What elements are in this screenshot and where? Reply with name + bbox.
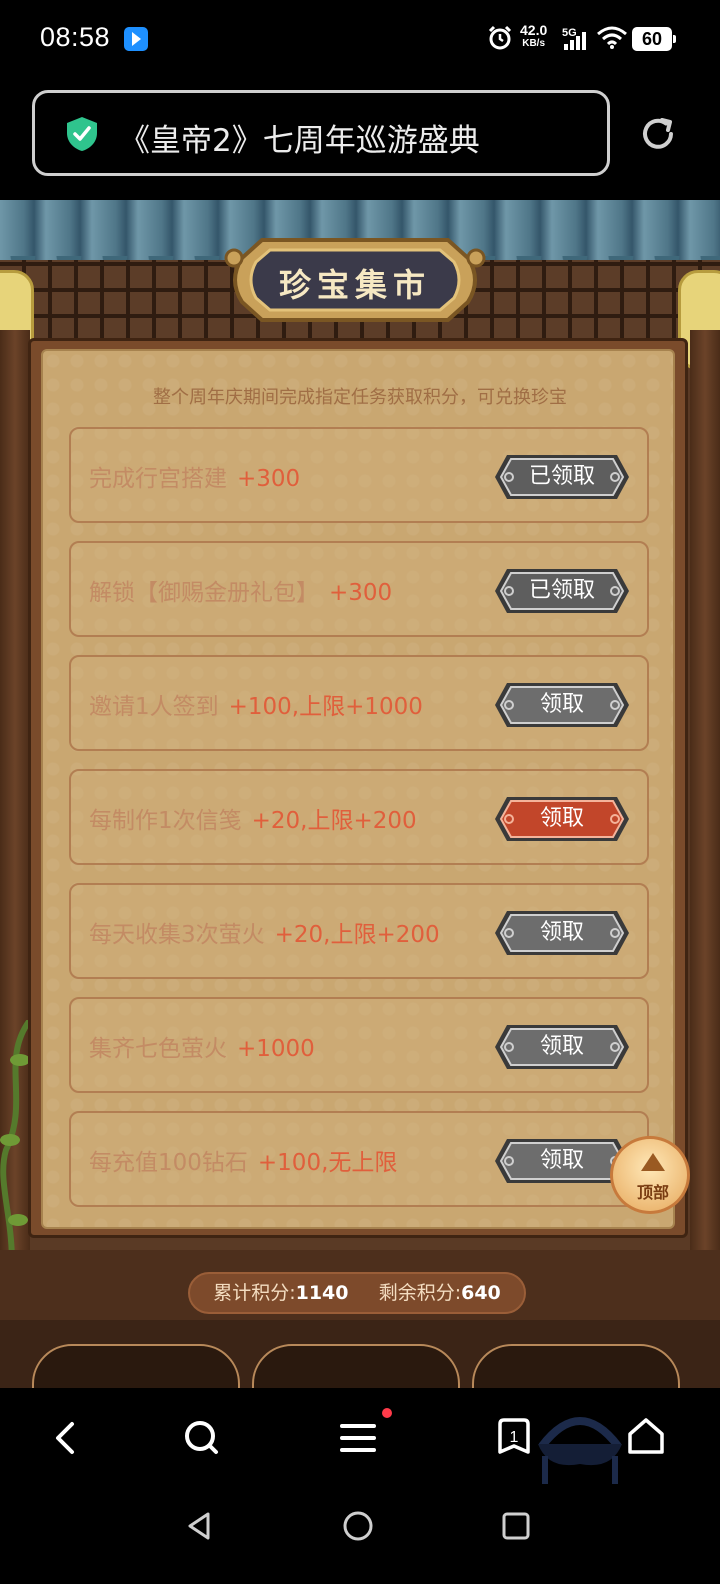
task-label: 完成行宫搭建 +300	[89, 459, 300, 493]
task-row: 每充值100钻石 +100,无上限 领取	[69, 1111, 649, 1207]
button-label: 已领取	[528, 578, 595, 603]
task-name: 解锁【御赐金册礼包】	[89, 580, 319, 606]
market-title: 珍宝集市	[278, 266, 431, 304]
app-notification-icon	[124, 27, 148, 51]
menu-icon[interactable]	[338, 1418, 378, 1462]
task-points: +1000	[237, 1036, 315, 1062]
back-to-top-label: 顶部	[636, 1183, 669, 1202]
network-speed-unit: KB/s	[522, 38, 546, 49]
total-points-label: 累计积分:	[213, 1282, 296, 1304]
task-row: 解锁【御赐金册礼包】 +300 已领取	[69, 541, 649, 637]
task-points: +20,上限+200	[274, 922, 440, 948]
button-label: 领取	[539, 806, 584, 831]
claim-button[interactable]: 领取	[493, 1021, 631, 1073]
screen: 08:58 42.0 KB/s 5G 60 《皇帝2》七周年巡游盛典 珍宝集市 …	[0, 0, 720, 1584]
task-frame: 整个周年庆期间完成指定任务获取积分，可兑换珍宝 完成行宫搭建 +300 已领取 解锁【…	[28, 338, 688, 1238]
task-label: 邀请1人签到 +100,上限+1000	[89, 687, 423, 721]
shield-check-icon	[65, 115, 99, 157]
back-to-top-button[interactable]: 顶部	[610, 1136, 690, 1214]
pillar-right	[690, 330, 720, 1388]
status-time: 08:58	[40, 22, 111, 52]
task-row: 邀请1人签到 +100,上限+1000 领取	[69, 655, 649, 751]
alarm-icon	[486, 24, 514, 56]
intro-text: 整个周年庆期间完成指定任务获取积分，可兑换珍宝	[153, 387, 567, 408]
tabs-icon[interactable]: 1	[494, 1416, 534, 1462]
claim-button[interactable]: 领取	[493, 907, 631, 959]
task-points: +100,无上限	[257, 1150, 398, 1176]
system-nav-bar	[0, 1488, 720, 1584]
score-bar: 累计积分:1140 剩余积分:640	[0, 1250, 720, 1320]
battery-indicator: 60	[632, 27, 676, 51]
task-points: +20,上限+200	[251, 808, 417, 834]
claimed-button[interactable]: 已领取	[493, 451, 631, 503]
task-name: 每天收集3次萤火	[89, 922, 265, 948]
task-name: 每充值100钻石	[89, 1150, 248, 1176]
network-type: 5G	[562, 27, 577, 39]
task-row: 每制作1次信笺 +20,上限+200 领取	[69, 769, 649, 865]
claim-button[interactable]: 领取	[493, 793, 631, 845]
button-label: 领取	[539, 920, 584, 945]
total-points-value: 1140	[295, 1282, 349, 1304]
network-speed-value: 42.0	[520, 22, 548, 38]
bottom-tab-3[interactable]	[472, 1344, 680, 1388]
task-row: 每天收集3次萤火 +20,上限+200 领取	[69, 883, 649, 979]
task-points: +300	[329, 580, 393, 606]
claim-button[interactable]: 领取	[493, 679, 631, 731]
task-label: 每天收集3次萤火 +20,上限+200	[89, 915, 440, 949]
task-label: 集齐七色萤火 +1000	[89, 1029, 315, 1063]
task-points: +300	[237, 466, 301, 492]
browser-nav-bar: 1	[0, 1388, 720, 1488]
tab-count: 1	[510, 1429, 519, 1446]
task-name: 集齐七色萤火	[89, 1036, 227, 1062]
task-name: 邀请1人签到	[89, 694, 219, 720]
back-icon[interactable]	[48, 1418, 84, 1462]
button-label: 领取	[539, 692, 584, 717]
task-name: 每制作1次信笺	[89, 808, 242, 834]
task-name: 完成行宫搭建	[89, 466, 227, 492]
score-summary: 累计积分:1140 剩余积分:640	[188, 1272, 526, 1314]
search-icon[interactable]	[182, 1418, 222, 1462]
remaining-points-label: 剩余积分:	[378, 1282, 462, 1304]
system-home-icon[interactable]	[342, 1510, 374, 1546]
market-sign: 珍宝集市	[222, 228, 488, 332]
claimed-button[interactable]: 已领取	[493, 565, 631, 617]
button-label: 已领取	[528, 464, 595, 489]
bottom-tabs	[0, 1320, 720, 1388]
refresh-icon[interactable]	[638, 114, 678, 158]
cellular-signal-icon: 5G	[562, 26, 590, 56]
notification-dot	[382, 1408, 392, 1418]
page-title: 《皇帝2》七周年巡游盛典	[119, 123, 480, 159]
system-recents-icon[interactable]	[500, 1510, 532, 1546]
task-row: 集齐七色萤火 +1000 领取	[69, 997, 649, 1093]
browser-toolbar: 《皇帝2》七周年巡游盛典	[0, 80, 720, 200]
system-back-icon[interactable]	[184, 1510, 216, 1546]
bottom-tab-2[interactable]	[252, 1344, 460, 1388]
address-bar[interactable]: 《皇帝2》七周年巡游盛典	[32, 90, 610, 176]
task-points: +100,上限+1000	[228, 694, 423, 720]
task-panel: 整个周年庆期间完成指定任务获取积分，可兑换珍宝 完成行宫搭建 +300 已领取 解锁【…	[41, 349, 675, 1229]
task-label: 每制作1次信笺 +20,上限+200	[89, 801, 417, 835]
overlay-mask-icon	[532, 1406, 628, 1490]
task-row: 完成行宫搭建 +300 已领取	[69, 427, 649, 523]
task-label: 解锁【御赐金册礼包】 +300	[89, 573, 392, 607]
remaining-points-value: 640	[461, 1282, 501, 1304]
task-label: 每充值100钻石 +100,无上限	[89, 1143, 397, 1177]
network-speed: 42.0 KB/s	[520, 22, 548, 50]
game-page: 珍宝集市 整个周年庆期间完成指定任务获取积分，可兑换珍宝 完成行宫搭建 +300 已…	[0, 200, 720, 1388]
arrow-up-icon	[641, 1153, 665, 1171]
status-bar: 08:58 42.0 KB/s 5G 60	[0, 0, 720, 80]
button-label: 领取	[539, 1034, 584, 1059]
wifi-icon	[596, 26, 628, 54]
home-icon[interactable]	[626, 1416, 666, 1462]
bottom-tab-1[interactable]	[32, 1344, 240, 1388]
